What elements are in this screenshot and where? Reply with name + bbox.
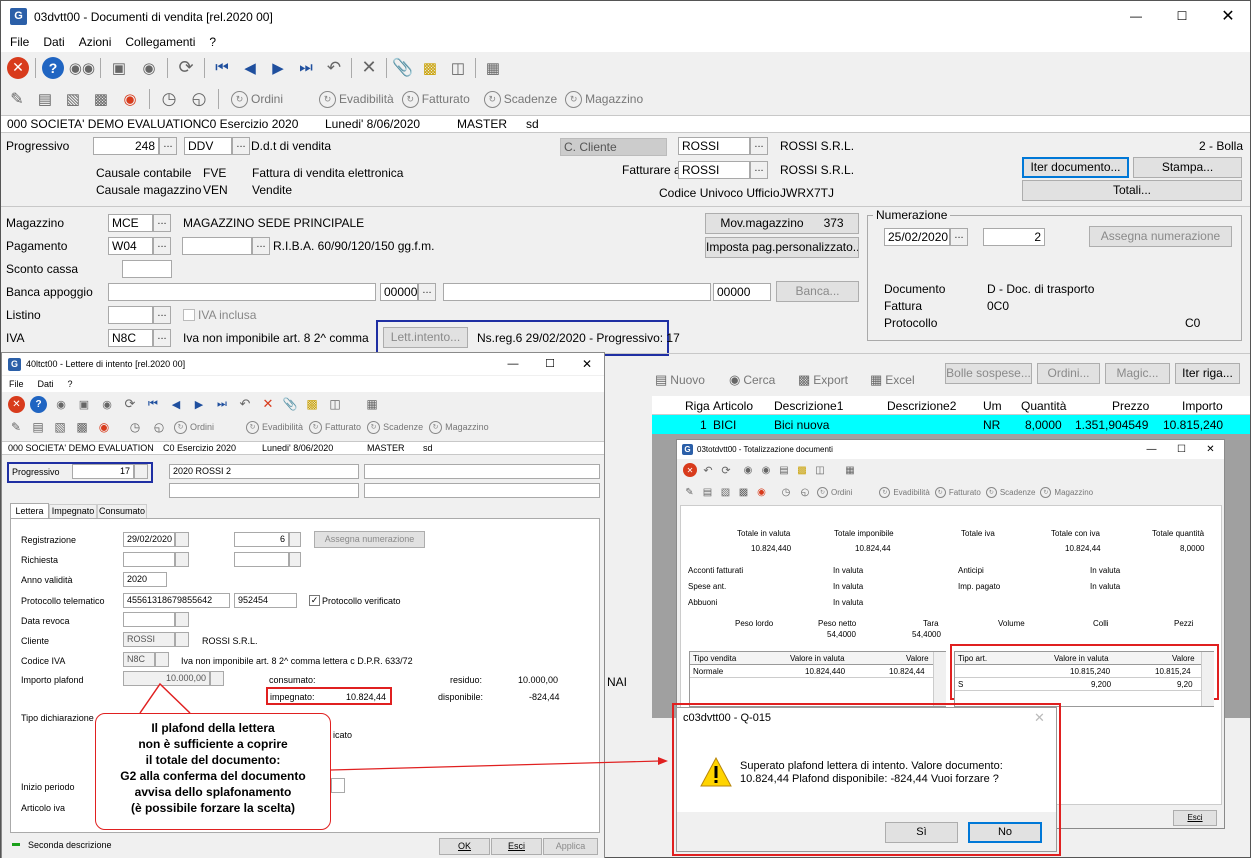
dialog-message-1: Superato plafond lettera di intento. Val… xyxy=(740,760,1003,772)
si-button[interactable]: Sì xyxy=(885,822,958,843)
no-button[interactable]: No xyxy=(968,822,1042,843)
dialog-title: c03dvtt00 - Q-015 xyxy=(683,712,772,724)
dialog-titlebar: c03dvtt00 - Q-015 ✕ xyxy=(677,708,1056,730)
callout-pointer xyxy=(139,682,668,771)
warning-icon xyxy=(700,757,732,787)
dialog-message-2: 10.824,44 Plafond disponibile: -824,44 V… xyxy=(740,773,999,785)
q015-dialog: c03dvtt00 - Q-015 ✕ Superato plafond let… xyxy=(676,707,1057,852)
close-icon[interactable]: ✕ xyxy=(1034,710,1045,726)
